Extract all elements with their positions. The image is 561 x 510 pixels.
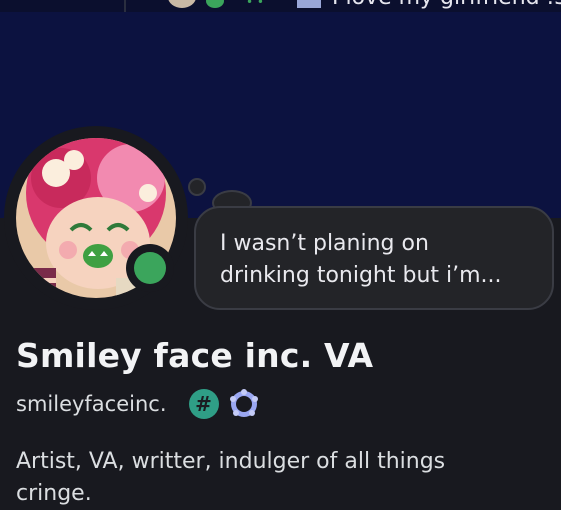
message-author-avatar[interactable] [168, 0, 196, 8]
hashtag-badge-icon[interactable]: # [188, 389, 219, 419]
profile-bio: Artist, VA, writter, indulger of all thi… [16, 446, 536, 510]
custom-status-line-1: I wasn’t planing on [220, 231, 429, 256]
reaction-dots-icon: • • [246, 0, 264, 9]
message-emoji-icon [297, 0, 321, 8]
quest-badge-icon[interactable] [229, 389, 259, 419]
custom-status-line-2: drinking tonight but i’m... [220, 263, 502, 288]
online-status-ring [126, 244, 174, 292]
bio-line-2: cringe. [16, 481, 92, 506]
profile-avatar-container[interactable] [4, 126, 188, 310]
previous-message-strip: • • I love my girlfriend :3 [0, 0, 561, 12]
thought-bubble-dot-small [188, 178, 206, 196]
bio-line-1: Artist, VA, writter, indulger of all thi… [16, 449, 446, 474]
online-status-icon [134, 252, 166, 284]
username[interactable]: smileyfaceinc. [16, 392, 167, 416]
message-preview-text: I love my girlfriend :3 [332, 0, 561, 9]
username-row: smileyfaceinc. # [16, 389, 259, 419]
custom-status-bubble[interactable]: I wasn’t planing on drinking tonight but… [194, 206, 554, 310]
message-author-status-icon [206, 0, 224, 8]
display-name: Smiley face inc. VA [16, 336, 374, 375]
hashtag-symbol: # [195, 392, 212, 416]
strip-divider [124, 0, 126, 12]
